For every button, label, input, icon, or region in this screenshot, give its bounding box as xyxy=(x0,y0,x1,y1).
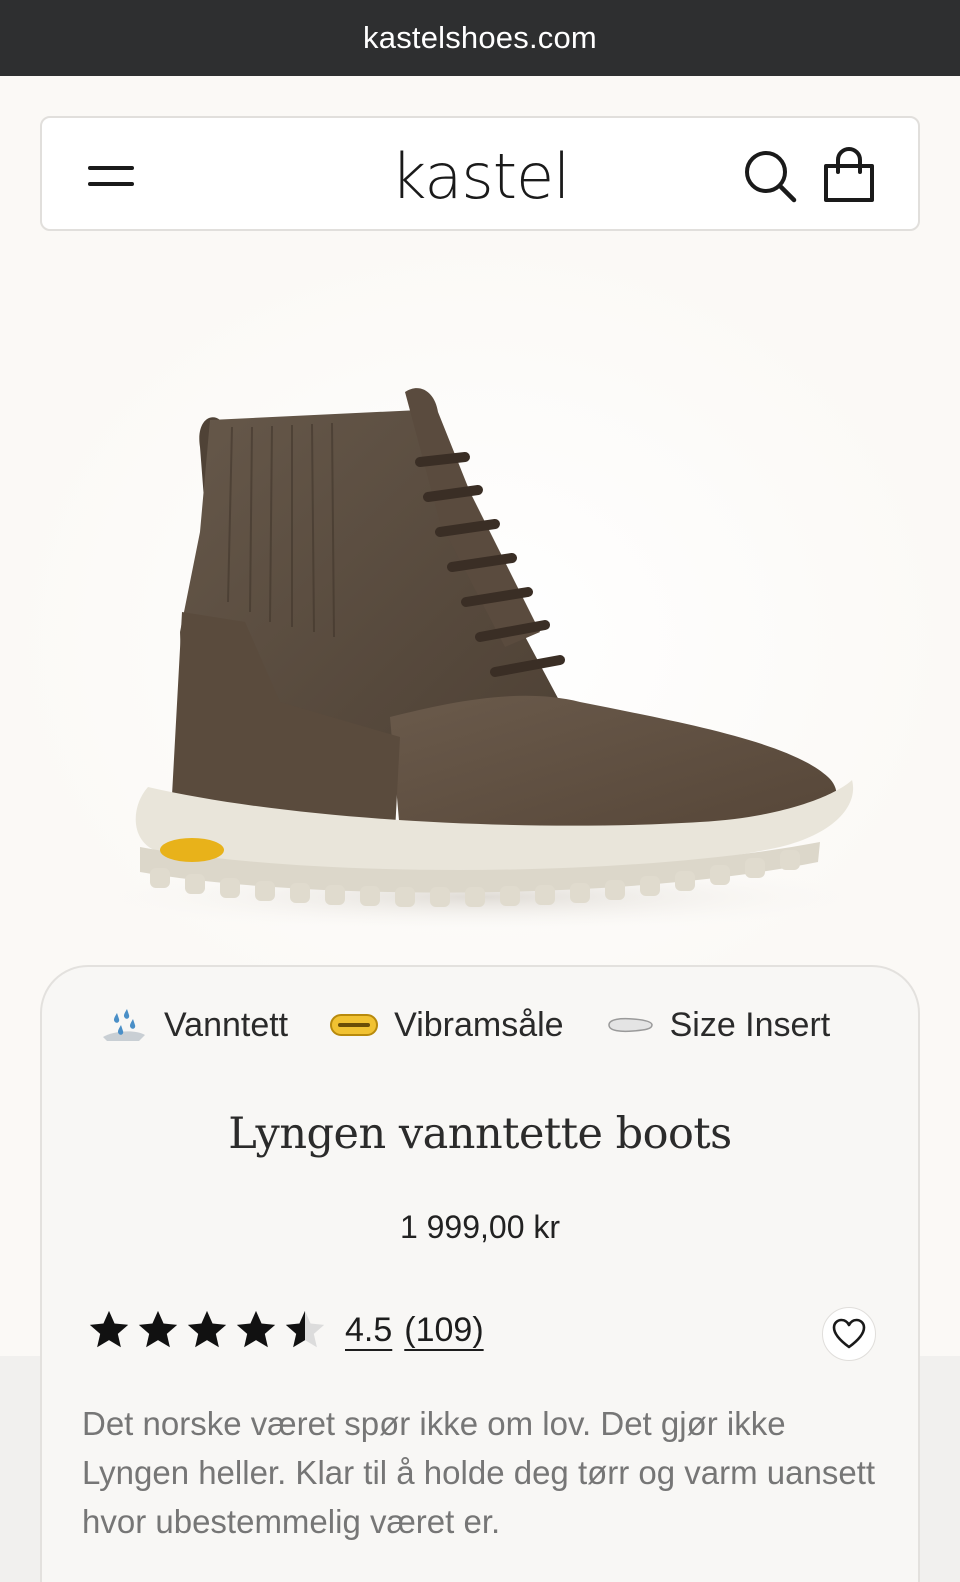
product-image[interactable] xyxy=(0,232,960,972)
feature-vibram: Vibramsåle xyxy=(328,1005,564,1045)
review-count[interactable]: (109) xyxy=(404,1311,483,1350)
feature-label: Size Insert xyxy=(669,1005,831,1044)
feature-label: Vanntett xyxy=(164,1005,289,1044)
product-price: 1 999,00 kr xyxy=(399,1209,561,1245)
feature-list: Vanntett Vibramsåle Size Insert xyxy=(98,1003,878,1047)
vibram-logo-icon xyxy=(328,1007,380,1043)
star-full-icon xyxy=(187,1310,227,1348)
feature-insert: Size Insert xyxy=(604,1005,831,1045)
star-full-icon xyxy=(236,1310,276,1348)
browser-url-bar[interactable]: kastelshoes.com xyxy=(0,0,960,76)
feature-waterproof: Vanntett xyxy=(98,1006,288,1045)
water-drops-icon xyxy=(98,1007,150,1043)
site-header: kastel xyxy=(40,116,920,231)
search-icon[interactable] xyxy=(742,148,798,204)
feature-label: Vibramsåle xyxy=(394,1005,564,1044)
wishlist-button[interactable] xyxy=(822,1307,876,1361)
rating-value[interactable]: 4.5 xyxy=(345,1311,392,1350)
star-full-icon xyxy=(138,1310,178,1348)
product-info-card: Vanntett Vibramsåle Size Insert Lyngen v… xyxy=(40,965,920,1582)
shopping-bag-icon[interactable] xyxy=(822,146,876,204)
product-rating[interactable]: 4.5 (109) xyxy=(86,1307,484,1353)
star-full-icon xyxy=(89,1310,129,1348)
heart-icon xyxy=(832,1318,866,1349)
rating-stars xyxy=(86,1307,331,1353)
product-title: Lyngen vanntette boots xyxy=(228,1109,732,1159)
insole-icon xyxy=(604,1007,656,1043)
star-half-icon xyxy=(285,1310,325,1348)
url-text: kastelshoes.com xyxy=(363,20,597,55)
product-description: Det norske været spør ikke om lov. Det g… xyxy=(82,1405,876,1540)
boot-illustration xyxy=(80,388,880,932)
